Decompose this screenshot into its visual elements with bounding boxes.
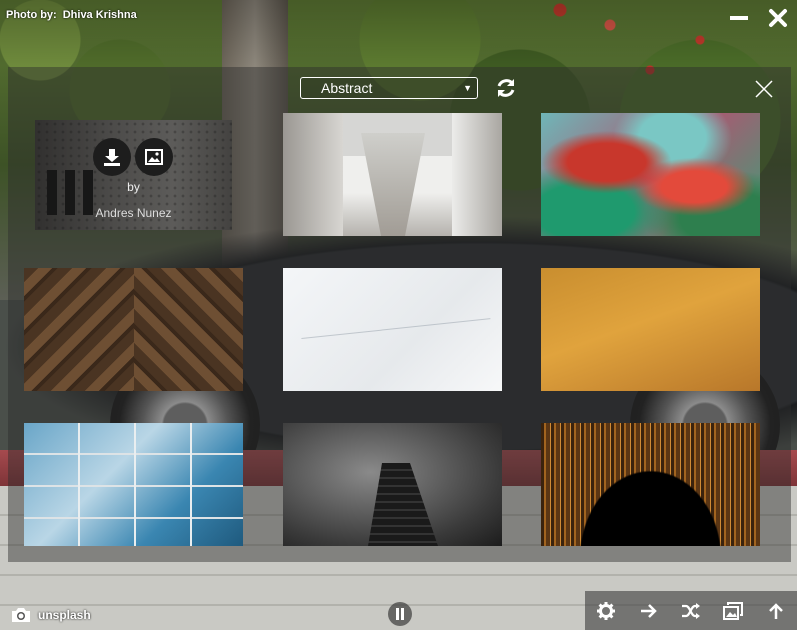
arrow-right-icon[interactable] — [637, 599, 661, 623]
source-link[interactable]: unsplash — [10, 606, 91, 624]
gallery-item[interactable] — [283, 423, 502, 546]
arrow-up-icon[interactable] — [764, 599, 788, 623]
chevron-down-icon: ▼ — [463, 83, 472, 93]
category-select-value: Abstract — [321, 80, 373, 96]
bottom-toolbar — [585, 591, 797, 630]
top-bar: Photo by: Dhiva Krishna — [0, 0, 797, 66]
download-icon[interactable] — [93, 138, 131, 176]
gear-icon[interactable] — [594, 599, 618, 623]
category-select[interactable]: Abstract ▼ — [300, 77, 478, 99]
source-label: unsplash — [38, 608, 91, 622]
photo-credit[interactable]: Photo by: Dhiva Krishna — [6, 9, 137, 21]
photo-by-label: by — [127, 180, 140, 194]
gallery-item[interactable] — [283, 113, 502, 236]
gallery-icon[interactable] — [721, 599, 745, 623]
gallery-item[interactable] — [24, 268, 243, 391]
close-icon[interactable] — [766, 6, 790, 30]
image-icon[interactable] — [135, 138, 173, 176]
gallery-item[interactable] — [541, 268, 760, 391]
photo-author[interactable]: Andres Nunez — [35, 206, 232, 220]
shuffle-icon[interactable] — [679, 599, 703, 623]
gallery-item[interactable]: by Andres Nunez — [35, 120, 232, 230]
minimize-icon[interactable] — [730, 16, 748, 20]
gallery-item[interactable] — [24, 423, 243, 546]
gallery-item[interactable] — [541, 113, 760, 236]
pause-icon[interactable] — [388, 602, 412, 626]
gallery-item[interactable] — [541, 423, 760, 546]
photo-credit-name[interactable]: Dhiva Krishna — [63, 9, 137, 21]
photo-credit-label: Photo by: — [6, 9, 57, 21]
close-thin-icon[interactable] — [752, 77, 776, 101]
gallery-item[interactable] — [283, 268, 502, 391]
item-actions — [93, 138, 173, 176]
refresh-icon[interactable] — [494, 76, 518, 100]
camera-icon — [10, 606, 32, 624]
